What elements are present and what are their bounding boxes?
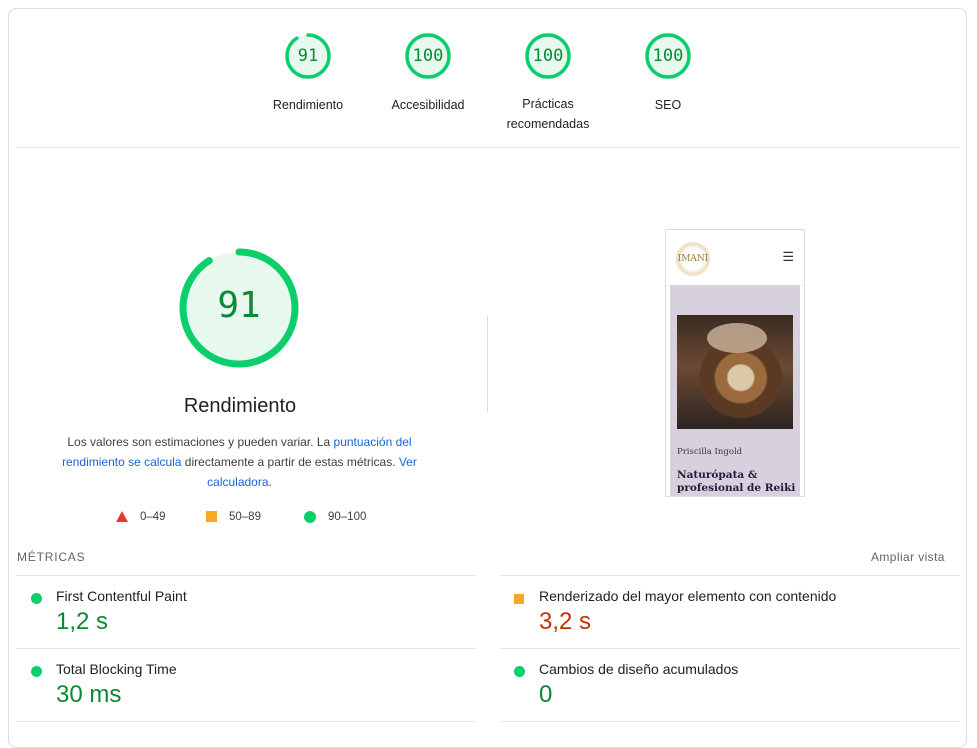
gauge-ring: 100 (404, 32, 452, 80)
preview-photo (677, 315, 793, 429)
metric-name: Renderizado del mayor elemento con conte… (539, 588, 837, 604)
pass-circle-icon (514, 666, 525, 677)
pass-circle-icon (31, 666, 42, 677)
square-icon (206, 511, 217, 523)
divider (487, 316, 488, 412)
page-screenshot-preview[interactable]: IMANI ☰ Priscilla Ingold Naturópata & pr… (665, 229, 805, 497)
divider (500, 721, 960, 722)
preview-role: Naturópata & profesional de Reiki y (677, 469, 796, 496)
preview-logo: IMANI (676, 242, 710, 276)
legend-range: 0–49 (140, 511, 166, 523)
performance-description: Los valores son estimaciones y pueden va… (52, 432, 427, 492)
divider (16, 721, 476, 722)
gauge-ring: 100 (644, 32, 692, 80)
gauge-ring: 100 (524, 32, 572, 80)
triangle-icon (116, 511, 128, 523)
metric-name: Total Blocking Time (56, 661, 177, 677)
score-gauge-best-practices[interactable]: 100 Prácticas recomendadas (493, 32, 603, 134)
gauge-label: Rendimiento (272, 98, 344, 112)
gauge-ring: 91 (284, 32, 332, 80)
preview-name: Priscilla Ingold (677, 447, 743, 457)
divider (16, 648, 476, 649)
divider (500, 575, 960, 576)
metric-value: 3,2 s (539, 608, 592, 635)
divider (16, 147, 960, 148)
gauge-score: 100 (532, 46, 564, 66)
score-gauge-seo[interactable]: 100 SEO (613, 32, 723, 119)
expand-view-toggle[interactable]: Ampliar vista (871, 550, 945, 564)
gauge-label: Prácticas recomendadas (506, 97, 590, 131)
score-gauge-performance[interactable]: 91 Rendimiento (253, 32, 363, 119)
metric-name: First Contentful Paint (56, 588, 187, 604)
legend-item-fail: 0–49 (116, 511, 166, 523)
gauge-label: SEO (654, 98, 682, 112)
score-gauge-accessibility[interactable]: 100 Accesibilidad (373, 32, 483, 119)
legend-range: 90–100 (328, 511, 367, 524)
performance-gauge: 91 (178, 247, 300, 369)
metric-value: 1,2 s (56, 608, 109, 635)
description-text: . (268, 475, 272, 489)
gauge-score: 100 (652, 46, 684, 66)
gauge-label: Accesibilidad (391, 98, 465, 112)
performance-title: Rendimiento (183, 395, 297, 417)
metric-name: Cambios de diseño acumulados (539, 661, 739, 677)
preview-hero: Priscilla Ingold Naturópata & profesiona… (670, 285, 800, 496)
menu-icon: ☰ (782, 249, 794, 264)
preview-header: IMANI ☰ (666, 230, 804, 286)
gauge-score: 91 (297, 46, 319, 66)
average-square-icon (514, 594, 524, 604)
legend-range: 50–89 (229, 511, 261, 523)
metrics-heading: MÉTRICAS (17, 550, 86, 564)
gauge-score: 100 (412, 46, 444, 66)
description-text: Los valores son estimaciones y pueden va… (67, 435, 334, 449)
divider (16, 575, 476, 576)
legend-item-average: 50–89 (206, 511, 261, 523)
circle-icon (304, 511, 316, 523)
divider (500, 648, 960, 649)
legend-item-pass: 90–100 (304, 511, 366, 523)
pass-circle-icon (31, 593, 42, 604)
performance-score: 91 (217, 285, 261, 326)
preview-photo-detail (707, 323, 767, 353)
description-text: directamente a partir de estas métricas. (181, 455, 399, 469)
metric-value: 30 ms (56, 681, 122, 708)
metric-value: 0 (539, 681, 553, 708)
